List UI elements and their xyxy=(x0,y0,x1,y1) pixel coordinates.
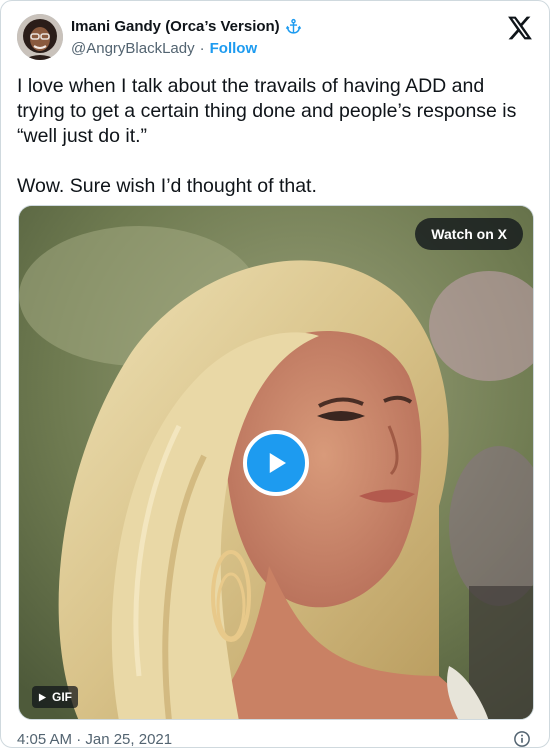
tweet-text: I love when I talk about the travails of… xyxy=(17,74,535,199)
play-button[interactable] xyxy=(243,430,309,496)
separator-dot: · xyxy=(199,39,205,57)
tweet-card: Imani Gandy (Orca’s Version) @AngryBlack… xyxy=(0,0,550,748)
tweet-header: Imani Gandy (Orca’s Version) @AngryBlack… xyxy=(17,14,533,60)
author-info: Imani Gandy (Orca’s Version) @AngryBlack… xyxy=(71,15,303,59)
author-handle[interactable]: @AngryBlackLady xyxy=(71,40,195,57)
small-play-icon xyxy=(38,692,47,702)
timestamp[interactable]: 4:05 AM · Jan 25, 2021 xyxy=(17,731,172,748)
handle-row: @AngryBlackLady · Follow xyxy=(71,37,303,59)
follow-button[interactable]: Follow xyxy=(210,40,258,57)
avatar[interactable] xyxy=(17,14,63,60)
info-icon[interactable] xyxy=(513,730,531,748)
gif-media[interactable]: Watch on X GIF xyxy=(18,205,534,720)
gif-badge: GIF xyxy=(32,686,78,708)
watch-on-x-button[interactable]: Watch on X xyxy=(415,218,523,250)
tweet-paragraph: I love when I talk about the travails of… xyxy=(17,75,517,147)
avatar-image xyxy=(17,14,63,60)
play-icon xyxy=(269,453,286,473)
tweet-footer: 4:05 AM · Jan 25, 2021 xyxy=(17,729,531,748)
anchor-icon xyxy=(285,17,303,35)
name-row: Imani Gandy (Orca’s Version) xyxy=(71,15,303,37)
gif-label: GIF xyxy=(52,690,72,704)
x-logo-icon[interactable] xyxy=(507,16,533,40)
tweet-paragraph: Wow. Sure wish I’d thought of that. xyxy=(17,175,317,197)
display-name[interactable]: Imani Gandy (Orca’s Version) xyxy=(71,18,280,35)
